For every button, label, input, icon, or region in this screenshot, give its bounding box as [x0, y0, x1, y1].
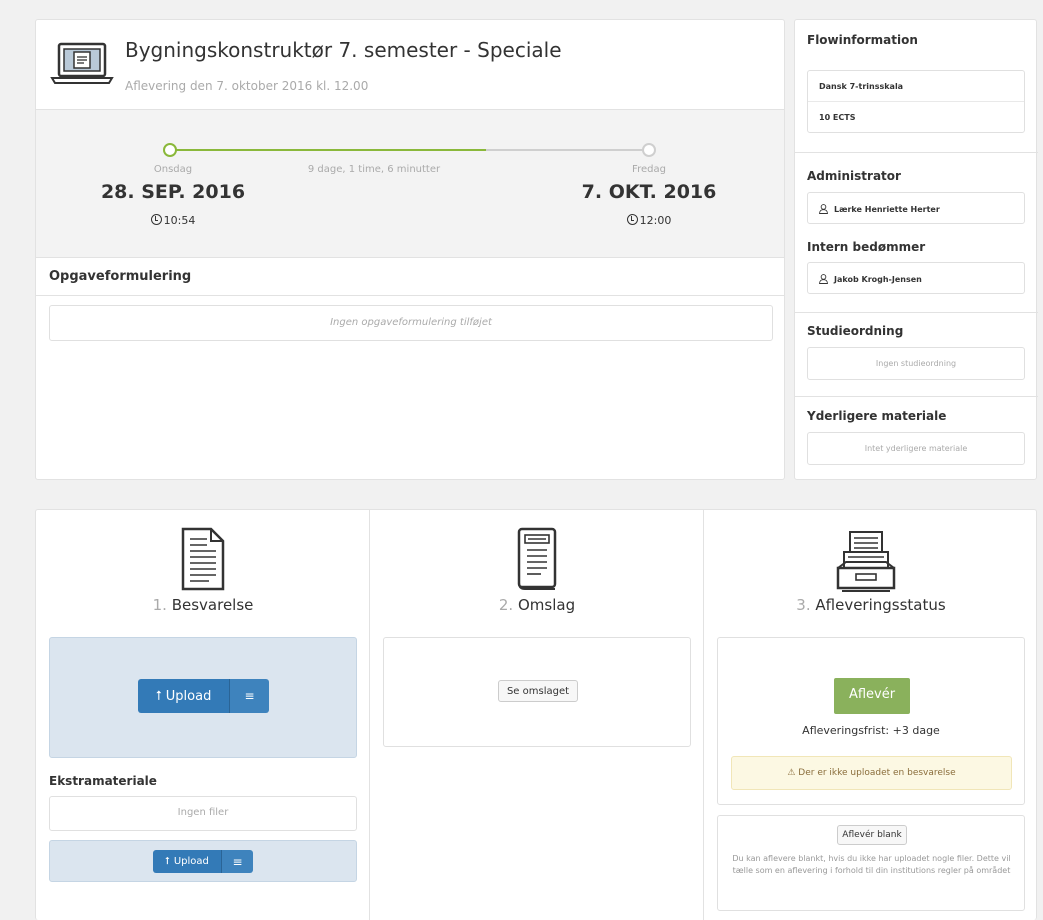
submission-steps-card: 1. Besvarelse ⭡ Upload ≡ Ekstramateriale … [35, 509, 1037, 920]
assignment-header: Bygningskonstruktør 7. semester - Specia… [36, 20, 784, 110]
submit-button[interactable]: Aflevér [834, 678, 910, 714]
start-time: 10:54 [73, 214, 273, 227]
upload-icon: ⭡ [155, 688, 162, 704]
upload-menu-button[interactable]: ≡ [229, 679, 269, 713]
cover-box: Se omslaget [383, 637, 691, 747]
step-answer-title: 1. Besvarelse [36, 596, 370, 614]
laptop-icon [50, 42, 114, 84]
upload-button-label: Upload [165, 688, 212, 704]
upload-button[interactable]: ⭡ Upload [138, 679, 229, 713]
upload-button-group: ⭡ Upload ≡ [138, 679, 269, 713]
extra-upload-button[interactable]: ⭡ Upload [153, 850, 221, 873]
clock-icon [626, 214, 638, 225]
extra-files-empty: Ingen filer [49, 796, 357, 831]
no-upload-warning: ⚠ Der er ikke uploadet en besvarelse [731, 756, 1012, 790]
end-day: Fredag [632, 164, 666, 175]
timeline: Onsdag 28. SEP. 2016 10:54 9 dage, 1 tim… [36, 110, 784, 258]
step-cover-title: 2. Omslag [370, 596, 704, 614]
assignment-deadline-text: Aflevering den 7. oktober 2016 kl. 12.00 [125, 79, 369, 93]
extra-material-label: Ekstramateriale [49, 774, 157, 788]
extra-upload-button-label: Upload [173, 856, 209, 867]
extra-material-heading: Yderligere materiale [807, 409, 947, 423]
assignment-card: Bygningskonstruktør 7. semester - Specia… [35, 19, 785, 480]
step-number: 2. [498, 596, 514, 614]
extra-upload-area[interactable]: ⭡ Upload ≡ [49, 840, 357, 882]
person-icon [819, 274, 828, 284]
column-divider [703, 510, 704, 920]
timeline-progress [170, 149, 487, 151]
menu-icon: ≡ [232, 854, 243, 869]
timeline-end-dot [642, 143, 656, 157]
internal-grader-name: Jakob Krogh-Jensen [834, 275, 922, 284]
step-number: 3. [796, 596, 811, 614]
flow-info-heading: Flowinformation [807, 33, 918, 47]
extra-upload-button-group: ⭡ Upload ≡ [153, 850, 253, 873]
flow-info-ects: 10 ECTS [808, 101, 1024, 131]
internal-grader-person[interactable]: Jakob Krogh-Jensen [807, 262, 1025, 294]
flow-info-list: Dansk 7-trinsskala 10 ECTS [807, 70, 1025, 133]
flow-info-card: Flowinformation Dansk 7-trinsskala 10 EC… [794, 19, 1038, 480]
person-icon [819, 204, 828, 214]
assignment-title: Bygningskonstruktør 7. semester - Specia… [125, 38, 562, 62]
inbox-tray-icon [836, 531, 896, 592]
view-cover-button[interactable]: Se omslaget [498, 680, 578, 702]
step-number: 1. [152, 596, 167, 614]
blank-submit-box: Aflevér blank Du kan aflevere blankt, hv… [717, 815, 1025, 911]
end-time: 12:00 [549, 214, 749, 227]
internal-grader-heading: Intern bedømmer [807, 240, 926, 254]
warning-text: Der er ikke uploadet en besvarelse [798, 768, 956, 778]
start-time-value: 10:54 [163, 214, 196, 227]
divider [795, 396, 1038, 397]
upload-icon: ⭡ [165, 856, 170, 867]
administrator-name: Lærke Henriette Herter [834, 205, 940, 214]
answer-upload-area[interactable]: ⭡ Upload ≡ [49, 637, 357, 758]
end-date: 7. OKT. 2016 [581, 181, 717, 203]
step-label: Besvarelse [171, 596, 254, 614]
start-date: 28. SEP. 2016 [100, 181, 246, 203]
end-time-value: 12:00 [639, 214, 672, 227]
submission-deadline: Afleveringsfrist: +3 dage [802, 724, 940, 737]
step-status-title: 3. Afleveringsstatus [704, 596, 1038, 614]
blank-submit-note: Du kan aflevere blankt, hvis du ikke har… [732, 854, 1011, 875]
flow-info-grading-scale: Dansk 7-trinsskala [819, 82, 904, 91]
assignment-text-empty: Ingen opgaveformulering tilføjet [49, 305, 773, 341]
timeline-duration: 9 dage, 1 time, 6 minutter [307, 164, 441, 175]
extra-upload-menu-button[interactable]: ≡ [221, 850, 253, 873]
administrator-person[interactable]: Lærke Henriette Herter [807, 192, 1025, 224]
submit-blank-button[interactable]: Aflevér blank [837, 825, 907, 845]
start-day: Onsdag [153, 164, 193, 175]
menu-icon: ≡ [244, 689, 255, 703]
document-icon [181, 527, 225, 591]
timeline-start-dot [163, 143, 177, 157]
assignment-text-heading: Opgaveformulering [36, 258, 784, 296]
submit-box: Aflevér Afleveringsfrist: +3 dage ⚠ Der … [717, 637, 1025, 805]
cover-icon [517, 527, 557, 590]
administrator-heading: Administrator [807, 169, 901, 183]
divider [795, 152, 1038, 153]
step-label: Omslag [517, 596, 576, 614]
curriculum-heading: Studieordning [807, 324, 904, 338]
warning-icon: ⚠ [787, 768, 796, 778]
extra-material-empty: Intet yderligere materiale [807, 432, 1025, 465]
clock-icon [150, 214, 162, 225]
divider [795, 312, 1038, 313]
curriculum-empty: Ingen studieordning [807, 347, 1025, 380]
column-divider [369, 510, 370, 920]
step-label: Afleveringsstatus [815, 596, 946, 614]
